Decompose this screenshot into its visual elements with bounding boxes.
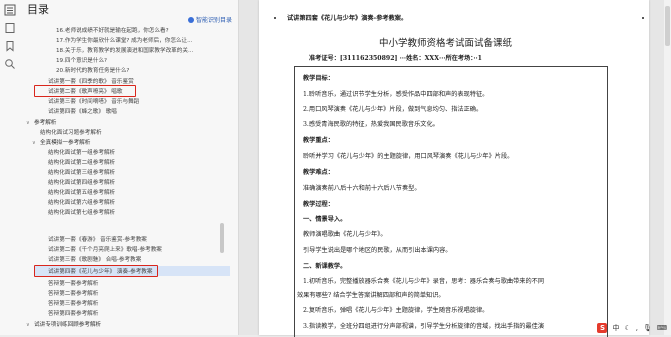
ime-logo-icon[interactable]: S — [597, 323, 608, 333]
left-icon-rail — [0, 0, 21, 335]
toc-item[interactable]: 19.四个意识是什么? — [56, 57, 107, 65]
body-line: 准确演奏前八后十六和前十六后八节奏型。 — [303, 185, 421, 192]
body-line: 效果有哪些? 结合学生答案讲解四部和声的简单知识。 — [297, 292, 445, 299]
body-line: 3.感受青海民歌的特征，热爱我国民歌音乐文化。 — [303, 121, 439, 128]
toc-item[interactable]: 结构化面试第六组参考解析 — [48, 199, 115, 207]
toc-item[interactable]: 答辩第四套参考解析 — [48, 310, 98, 318]
toc-item[interactable]: ∨ 试讲专项训练回顾参考解析 — [26, 321, 101, 329]
mic-icon[interactable]: 🎙 — [643, 324, 652, 332]
exam-title: 中小学教师资格考试面试备课纸 — [379, 38, 513, 49]
toc-title: 目录 — [27, 3, 49, 16]
document-page: 试讲第四套《花儿与少年》演奏-参考教案。 中小学教师资格考试面试备课纸 准考证号… — [259, 0, 649, 337]
chevron-down-icon[interactable]: ∨ — [26, 321, 34, 329]
toc-item[interactable]: 答辩第三套参考解析 — [48, 300, 98, 308]
ime-mode-label[interactable]: 中 — [612, 323, 619, 333]
body-line: 引导学生说出是哪个地区的民歌，从而引出本课内容。 — [303, 247, 452, 254]
toc-item[interactable]: 结构化面试习题参考解析 — [40, 129, 102, 137]
keyboard-icon[interactable]: ⌨ — [657, 324, 667, 332]
toc-item[interactable]: 结构化面试第五组参考解析 — [48, 189, 115, 197]
search-icon[interactable] — [4, 58, 16, 70]
toc-item[interactable]: 试讲第四套《蜂之歌》 歌唱 — [48, 108, 117, 116]
toc-item[interactable]: 结构化面试第七组参考解析 — [48, 209, 115, 217]
comma-icon[interactable]: , — [636, 324, 638, 332]
toc-item[interactable]: 结构化面试第三组参考解析 — [48, 169, 115, 177]
toc-item[interactable]: 结构化面试第四组参考解析 — [48, 179, 115, 187]
toc-item[interactable]: 结构化面试第二组参考解析 — [48, 159, 115, 167]
red-annotation-box — [34, 265, 158, 277]
toc-item[interactable]: 试讲第一套《春游》 音乐鉴赏-参考教案 — [48, 236, 147, 244]
section-label: 教学难点： — [303, 169, 334, 176]
thumbnail-icon[interactable] — [4, 22, 16, 34]
toc-item[interactable]: 18.关于乐，教育教学的发展演进和国家教学改革的关... — [56, 47, 193, 55]
toc-item[interactable]: 试讲第三套《歌剧魅》 合唱-参考教案 — [48, 256, 141, 264]
toc-item[interactable]: ∨ 参考解析 — [26, 119, 56, 127]
body-line: 1.初听音乐，完整播放器乐合奏《花儿与少年》录音，思考：器乐合奏与歌曲带来的不同 — [303, 278, 545, 285]
moon-icon[interactable]: ☾ — [624, 324, 630, 332]
toc-item[interactable]: 20.新时代的教育任务是什么? — [56, 67, 129, 75]
ime-toolbar: S 中 ☾ , 🎙 ⌨ — [597, 323, 667, 333]
list-bullet — [274, 17, 276, 19]
body-line: 聆听并学习《花儿与少年》的主题旋律，用口风琴演奏《花儿与少年》片段。 — [303, 153, 514, 160]
body-line: 教师演唱歌曲《花儿与少年》。 — [303, 231, 387, 238]
toc-item[interactable]: 17.作为学生你最欣什么课堂? 成为老师后，你怎么让... — [56, 37, 192, 45]
toc-item[interactable]: 试讲第二套《千个月亮爬上来》歌唱-参考教案 — [48, 246, 162, 254]
candidate-line: 准考证号：[311162350892] ···姓名：XXX···所在考场：··1 — [309, 55, 482, 62]
section-label: 教学重点： — [303, 137, 334, 144]
chevron-down-icon[interactable]: ∨ — [32, 139, 40, 147]
smart-toc-label: 智能识别目录 — [195, 17, 232, 24]
red-annotation-box — [34, 85, 136, 97]
smart-toc-button[interactable]: 智能识别目录 — [187, 15, 232, 24]
section-label: 教学目标： — [303, 75, 334, 82]
document-viewport: 试讲第四套《花儿与少年》演奏-参考教案。 中小学教师资格考试面试备课纸 准考证号… — [239, 0, 671, 337]
toc-item[interactable]: 答辩第一套参考解析 — [48, 280, 98, 288]
toc-panel: 目录 智能识别目录 16.老师说成绩不好就是输在起跑，你怎么看? 17.作为学生… — [20, 0, 239, 335]
toc-item[interactable]: ∨ 全真模拟一参考解析 — [32, 139, 90, 147]
toc-item[interactable]: 结构化面试第一组参考解析 — [48, 149, 115, 157]
toc-scrollbar[interactable] — [220, 223, 224, 253]
scroll-thumb[interactable] — [665, 6, 670, 46]
toc-item[interactable]: 试讲第三套《时间嘀嗒》 音乐与舞蹈 — [48, 98, 139, 106]
section-label: 二、新课教学。 — [303, 263, 347, 270]
body-line: 3.指读教学，全班分四组进行分声部视谱，引导学生分析旋律的音域，找出手指的最佳演 — [303, 323, 545, 330]
toc-item[interactable]: 16.老师说成绩不好就是输在起跑，你怎么看? — [56, 27, 169, 35]
document-scrollbar[interactable] — [664, 0, 671, 335]
section-label: 教学过程： — [303, 201, 334, 208]
doc-heading: 试讲第四套《花儿与少年》演奏-参考教案。 — [287, 15, 408, 22]
body-line: 1.聆听音乐，通过识节学生分析，感受作品中四部和声的表现特征。 — [303, 91, 489, 98]
chevron-down-icon[interactable]: ∨ — [26, 119, 34, 127]
bookmark-icon[interactable] — [4, 40, 16, 52]
body-line: 2.复听音乐，弹唱《花儿与少年》主题旋律，学生随音乐视唱旋律。 — [303, 307, 489, 314]
toc-item[interactable]: 答辩第二套参考解析 — [48, 290, 98, 298]
list-bullet — [642, 17, 644, 19]
body-line: 2.用口风琴演奏《花儿与少年》片段，做到气息均匀、指法正确。 — [303, 106, 483, 113]
section-label: 一、情景导入。 — [303, 216, 347, 223]
smart-toc-icon — [187, 16, 194, 23]
toc-toggle-icon[interactable] — [4, 4, 16, 16]
